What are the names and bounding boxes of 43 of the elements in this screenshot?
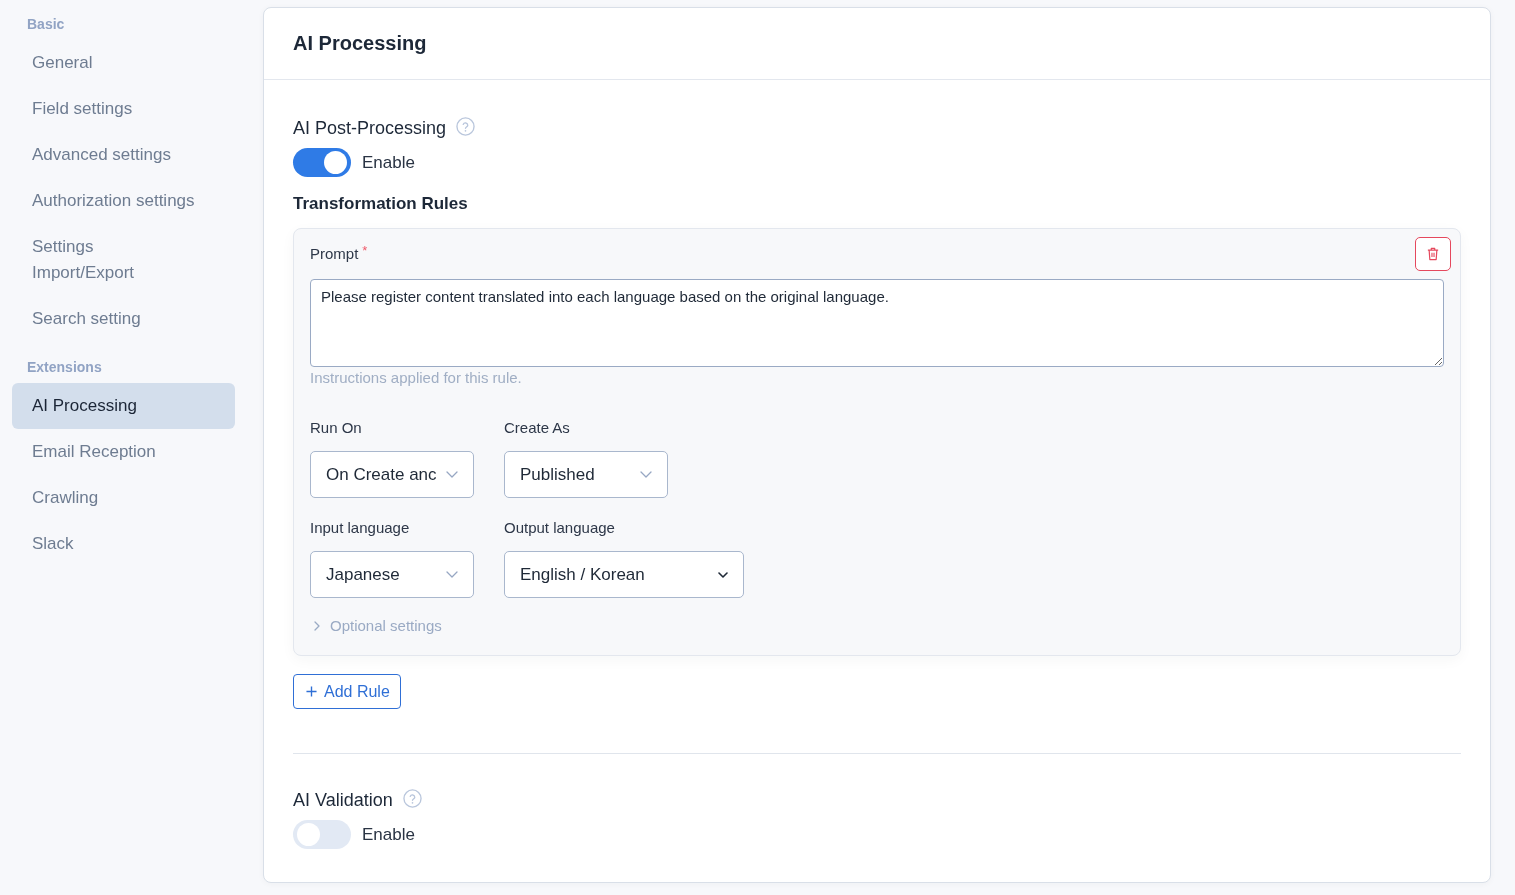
dropdown[interactable]: Published xyxy=(504,451,668,498)
help-icon[interactable] xyxy=(402,788,422,808)
panel-title: AI Processing xyxy=(293,32,427,55)
section-title: AI Validation xyxy=(293,789,393,812)
required-mark: * xyxy=(362,244,368,257)
subsection-title: Transformation Rules xyxy=(293,193,469,215)
sidebar-item[interactable]: Slack xyxy=(12,521,217,567)
sidebar-item[interactable]: Search setting xyxy=(12,296,217,342)
field-label: Prompt xyxy=(310,244,359,264)
toggle-label: Enable xyxy=(362,824,415,845)
field-label: Create As xyxy=(504,418,570,438)
chevron-down-icon xyxy=(446,571,458,578)
dropdown[interactable]: On Create anc xyxy=(310,451,474,498)
hint-text: Instructions applied for this rule. xyxy=(310,368,522,388)
toggle-switch[interactable] xyxy=(293,148,351,177)
sidebar-item[interactable]: AI Processing xyxy=(12,383,235,429)
sidebar-item[interactable]: Email Reception xyxy=(12,429,217,475)
chevron-down-icon xyxy=(718,571,728,578)
field-label: Output language xyxy=(504,518,615,538)
sidebar-heading: Extensions xyxy=(26,359,102,375)
optional-settings-toggle[interactable]: Optional settings xyxy=(310,616,442,636)
dropdown[interactable]: English / Korean xyxy=(504,551,744,598)
delete-button[interactable] xyxy=(1415,237,1451,271)
help-icon[interactable] xyxy=(456,116,476,136)
toggle-switch[interactable] xyxy=(293,820,351,849)
toggle-label: Enable xyxy=(362,152,415,173)
plus-icon xyxy=(306,686,317,697)
field-label: Run On xyxy=(310,418,362,438)
trash-icon xyxy=(1427,247,1439,261)
sidebar-item[interactable]: General xyxy=(12,40,217,86)
section-title: AI Post-Processing xyxy=(293,117,447,140)
add-rule-button[interactable]: Add Rule xyxy=(293,674,401,709)
chevron-down-icon xyxy=(640,471,652,478)
sidebar-item[interactable]: Authorization settings xyxy=(12,178,217,224)
sidebar-item[interactable]: Field settings xyxy=(12,86,217,132)
prompt-textarea[interactable]: Please register content translated into each language based on the original language. xyxy=(310,279,1444,367)
sidebar-item[interactable]: Advanced settings xyxy=(12,132,217,178)
sidebar-heading: Basic xyxy=(26,16,65,32)
sidebar-item[interactable]: Crawling xyxy=(12,475,217,521)
field-label: Input language xyxy=(310,518,410,538)
dropdown[interactable]: Japanese xyxy=(310,551,474,598)
chevron-down-icon xyxy=(446,471,458,478)
sidebar-item[interactable]: Settings Import/Export xyxy=(12,224,217,296)
